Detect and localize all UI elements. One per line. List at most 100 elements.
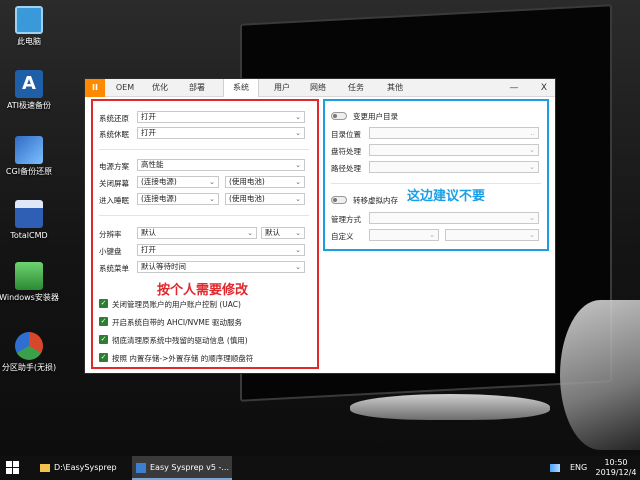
drive-letter-label: 盘符处理: [331, 147, 361, 156]
ahci-checkbox[interactable]: ✓: [99, 317, 108, 326]
driver-cleanup-checkbox[interactable]: ✓: [99, 335, 108, 344]
custom-select-1[interactable]: ⌄: [369, 229, 439, 241]
screen-off-battery-select[interactable]: (使用电池) ⌄: [225, 176, 305, 188]
desktop-icon-partition-assistant[interactable]: 分区助手(无损): [0, 332, 58, 373]
custom-select-2[interactable]: ⌄: [445, 229, 539, 241]
chevron-down-icon: ⌄: [295, 129, 301, 137]
desktop-icon-label: CGI备份还原: [5, 167, 53, 176]
profile-toggle-label: 变更用户目录: [353, 112, 398, 121]
user-profile-panel: 变更用户目录 目录位置 .. 盘符处理 ⌄ 路径处理 ⌄ 这边建议不要 转移虚拟…: [323, 99, 549, 251]
driver-cleanup-checkbox-label: 彻底清理原系统中残留的驱动信息 (慎用): [112, 336, 248, 345]
profile-toggle[interactable]: [331, 112, 347, 120]
browse-button[interactable]: ..: [531, 128, 535, 138]
desktop-icon-windows-installer[interactable]: Windows安装器: [0, 262, 60, 303]
tab-user[interactable]: 用户: [267, 79, 297, 97]
network-icon[interactable]: [550, 456, 564, 480]
divider: [99, 149, 309, 150]
minimize-button[interactable]: —: [503, 79, 525, 97]
tab-oem[interactable]: OEM: [109, 79, 141, 97]
desktop-icon-label: ATI极速备份: [6, 101, 52, 110]
annotation-left: 按个人需要修改: [157, 283, 249, 298]
clock-time: 10:50: [604, 458, 628, 467]
desktop-icon-totalcmd[interactable]: TotalCMD: [0, 200, 58, 241]
sleep-ac-value: (连接电源): [141, 194, 177, 203]
scale-value: 默认: [265, 228, 280, 237]
dir-input[interactable]: ..: [369, 127, 539, 139]
divider: [331, 183, 541, 184]
desktop-icon-label: 此电脑: [17, 37, 41, 46]
cgi-tools-icon: [15, 136, 43, 164]
chevron-down-icon: ⌄: [429, 231, 435, 239]
manage-mode-label: 管理方式: [331, 215, 361, 224]
screen-off-ac-select[interactable]: (连接电源) ⌄: [137, 176, 219, 188]
restore-value: 打开: [141, 112, 156, 121]
chevron-down-icon: ⌄: [295, 195, 301, 203]
desktop-icon-cgi-backup[interactable]: CGI备份还原: [0, 136, 58, 177]
taskbar-explorer[interactable]: D:\EasySysprep: [36, 456, 128, 480]
tab-network[interactable]: 网络: [303, 79, 333, 97]
chevron-down-icon: ⌄: [209, 195, 215, 203]
screen-off-battery-value: (使用电池): [229, 177, 265, 186]
path-label: 路径处理: [331, 164, 361, 173]
sleep-battery-value: (使用电池): [229, 194, 265, 203]
network-glyph: [550, 463, 560, 472]
annotation-right: 这边建议不要: [407, 189, 486, 204]
uac-checkbox[interactable]: ✓: [99, 299, 108, 308]
hibernate-select[interactable]: 打开 ⌄: [137, 127, 305, 139]
sleep-ac-select[interactable]: (连接电源) ⌄: [137, 193, 219, 205]
drive-letter-select[interactable]: ⌄: [369, 144, 539, 156]
keypad-label: 小键盘: [99, 247, 122, 256]
close-button[interactable]: X: [533, 79, 555, 97]
partition-icon: [15, 332, 43, 360]
sleep-battery-select[interactable]: (使用电池) ⌄: [225, 193, 305, 205]
system-menu-value: 默认等待时间: [141, 262, 186, 271]
chevron-down-icon: ⌄: [295, 263, 301, 271]
monitor-stand: [350, 394, 550, 420]
sysprep-app-icon: [136, 462, 146, 473]
app-logo[interactable]: II: [85, 79, 105, 97]
manage-mode-select[interactable]: ⌄: [369, 212, 539, 224]
tab-system[interactable]: 系统: [223, 79, 259, 97]
easy-sysprep-window: II OEM 优化 部署 系统 用户 网络 任务 其他 — X 系统还原 打开 …: [84, 78, 556, 374]
resolution-label: 分辨率: [99, 230, 122, 239]
language-indicator[interactable]: ENG: [570, 456, 592, 480]
resolution-select[interactable]: 默认 ⌄: [137, 227, 257, 239]
chevron-down-icon: ⌄: [529, 146, 535, 154]
tab-optimize[interactable]: 优化: [145, 79, 175, 97]
tab-other[interactable]: 其他: [379, 79, 411, 97]
chevron-down-icon: ⌄: [247, 229, 253, 237]
keypad-select[interactable]: 打开 ⌄: [137, 244, 305, 256]
drive-order-checkbox[interactable]: ✓: [99, 353, 108, 362]
system-menu-select[interactable]: 默认等待时间 ⌄: [137, 261, 305, 273]
divider: [99, 215, 309, 216]
resolution-value: 默认: [141, 228, 156, 237]
tab-deploy[interactable]: 部署: [181, 79, 213, 97]
windows-start-icon[interactable]: [6, 456, 26, 480]
clock-date: 2019/12/4: [595, 468, 637, 477]
desktop-icon-this-pc[interactable]: 此电脑: [0, 6, 58, 47]
chevron-down-icon: ⌄: [529, 231, 535, 239]
chevron-down-icon: ⌄: [209, 178, 215, 186]
pagefile-toggle[interactable]: [331, 196, 347, 204]
tab-tasks[interactable]: 任务: [341, 79, 371, 97]
chevron-down-icon: ⌄: [529, 163, 535, 171]
clock[interactable]: 10:50 2019/12/4: [594, 456, 638, 480]
restore-select[interactable]: 打开 ⌄: [137, 111, 305, 123]
scale-select[interactable]: 默认 ⌄: [261, 227, 305, 239]
chevron-down-icon: ⌄: [295, 229, 301, 237]
taskbar-easy-sysprep[interactable]: Easy Sysprep v5 -...: [132, 456, 232, 480]
dir-label: 目录位置: [331, 130, 361, 139]
desktop-icon-ati-backup[interactable]: A ATI极速备份: [0, 70, 58, 111]
taskbar-sysprep-label: Easy Sysprep v5 -...: [150, 463, 229, 472]
taskbar: D:\EasySysprep Easy Sysprep v5 -... ENG …: [0, 456, 640, 480]
taskbar-explorer-label: D:\EasySysprep: [54, 463, 117, 472]
chevron-down-icon: ⌄: [295, 161, 301, 169]
power-plan-select[interactable]: 高性能 ⌄: [137, 159, 305, 171]
screen-off-label: 关闭屏幕: [99, 179, 129, 188]
drive-order-checkbox-label: 按照 内置存储->外置存储 的顺序理顺盘符: [112, 354, 254, 363]
chevron-down-icon: ⌄: [295, 246, 301, 254]
path-select[interactable]: ⌄: [369, 161, 539, 173]
power-plan-value: 高性能: [141, 160, 164, 169]
desktop-icon-label: Windows安装器: [0, 293, 59, 302]
installer-icon: [15, 262, 43, 290]
